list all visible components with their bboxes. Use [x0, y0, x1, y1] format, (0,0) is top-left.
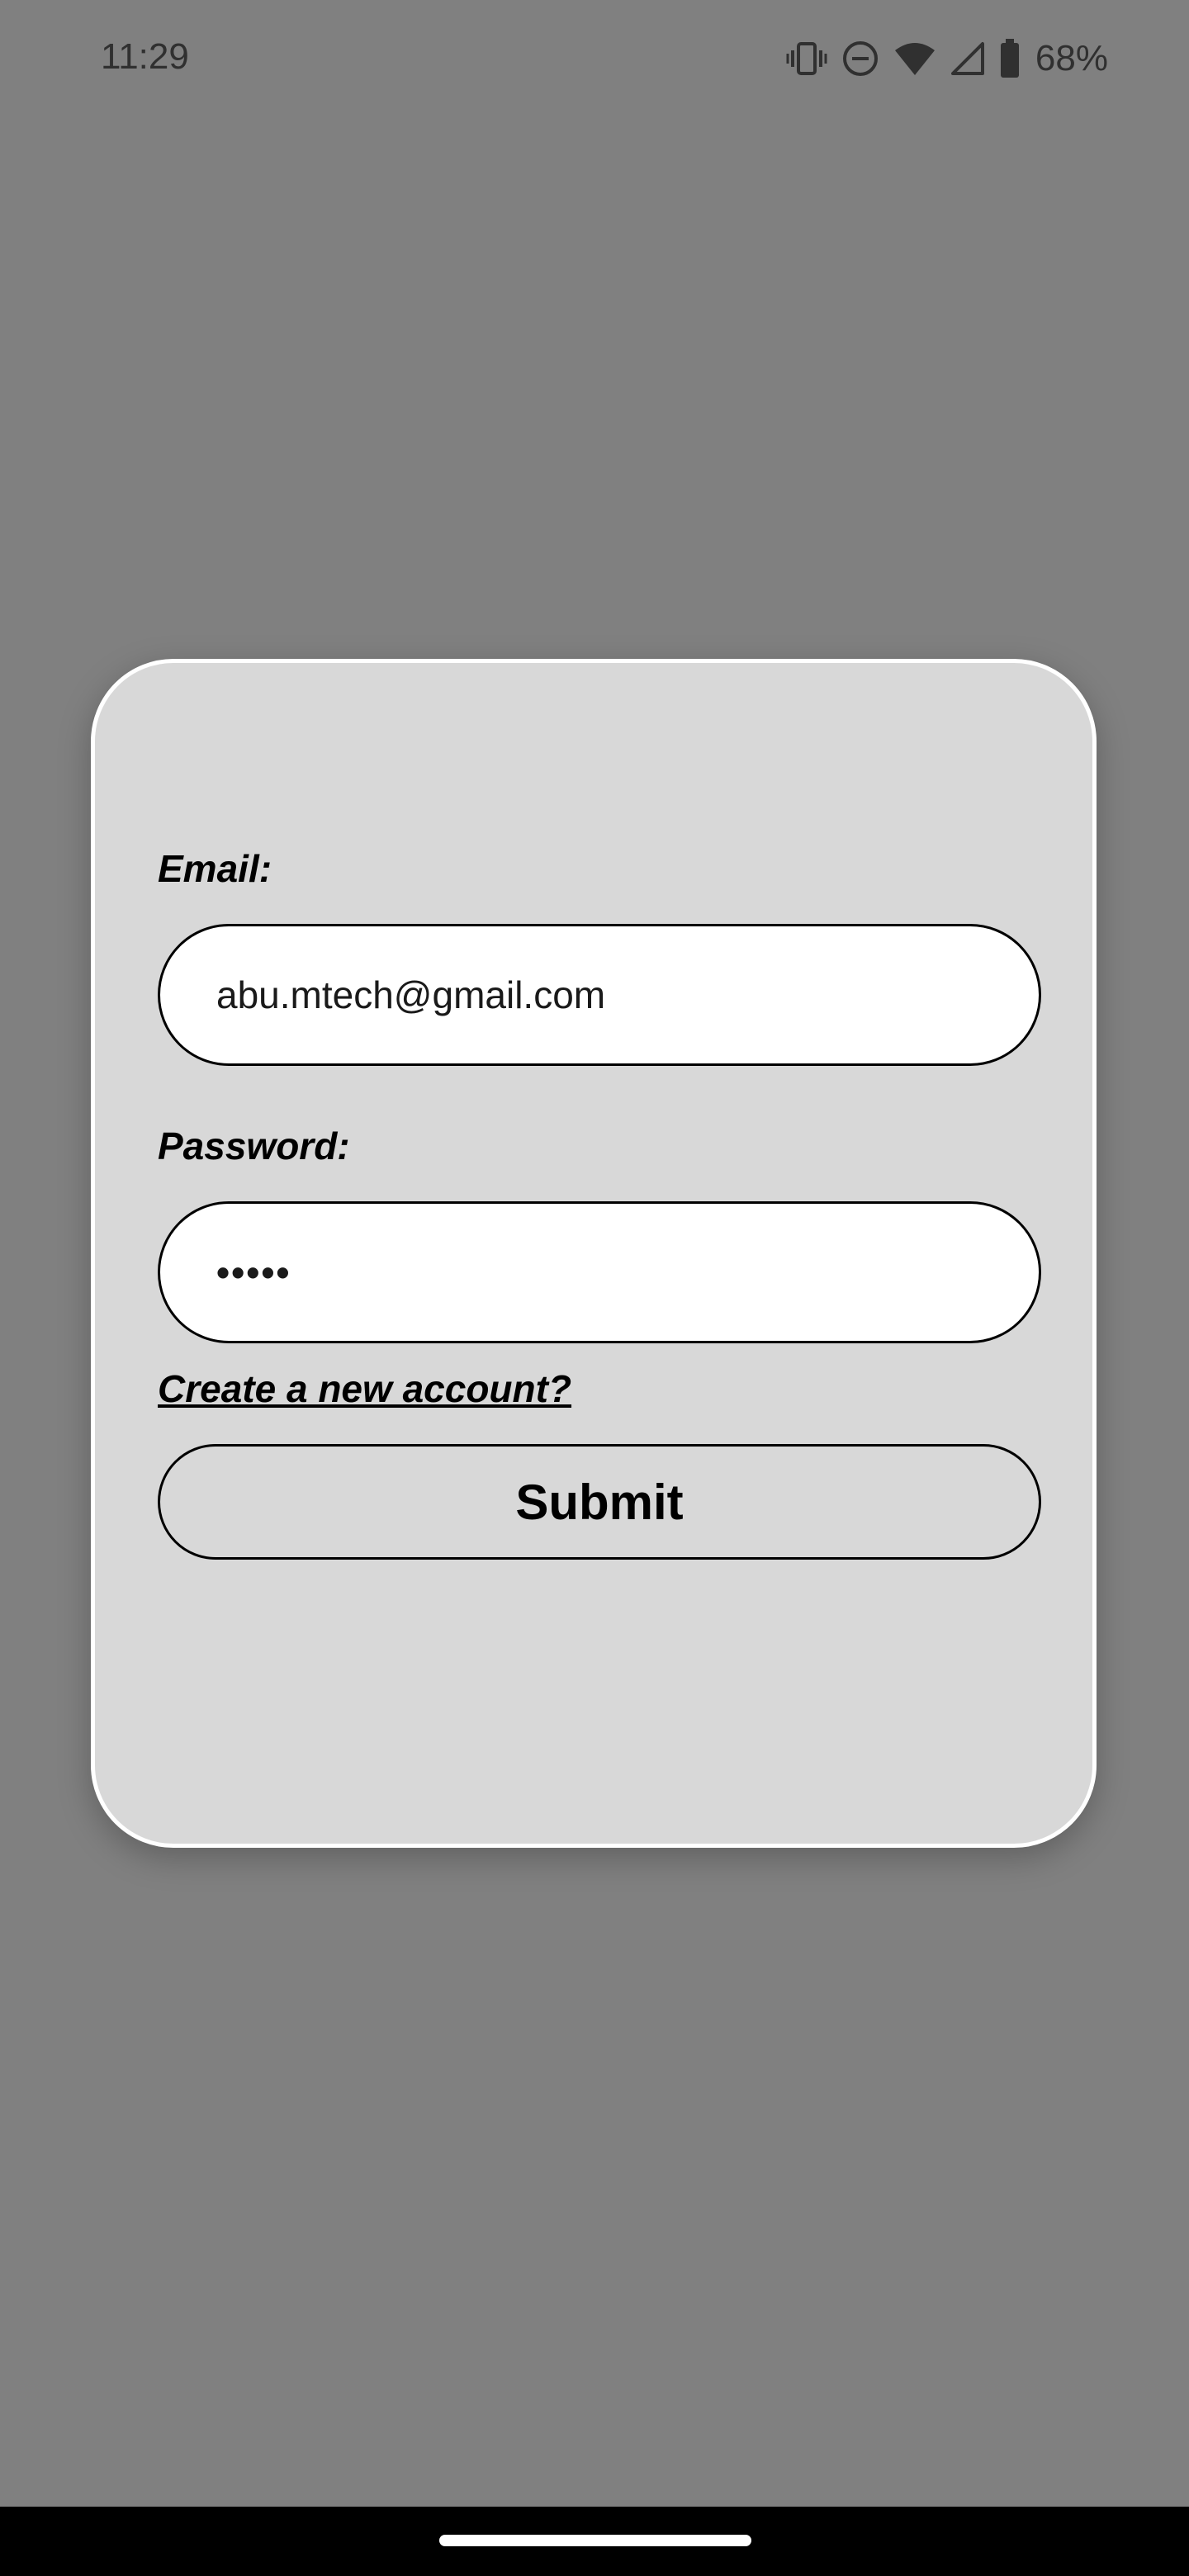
email-value: abu.mtech@gmail.com	[216, 973, 606, 1016]
submit-button[interactable]: Submit	[158, 1444, 1041, 1560]
home-indicator[interactable]	[439, 2535, 751, 2546]
login-card: Email: abu.mtech@gmail.com Password: •••…	[91, 659, 1097, 1848]
password-field[interactable]: •••••	[158, 1201, 1041, 1343]
email-field[interactable]: abu.mtech@gmail.com	[158, 924, 1041, 1066]
status-time: 11:29	[101, 36, 189, 77]
navigation-bar	[0, 2507, 1189, 2576]
battery-icon	[999, 39, 1021, 78]
do-not-disturb-icon	[841, 39, 880, 78]
vibrate-icon	[786, 40, 827, 77]
battery-percent: 68%	[1035, 38, 1108, 78]
wifi-icon	[893, 40, 936, 77]
create-account-link[interactable]: Create a new account?	[158, 1366, 571, 1411]
password-label: Password:	[158, 1125, 350, 1167]
status-icons: 68%	[786, 38, 1108, 79]
status-bar: 11:29 68%	[0, 0, 1189, 116]
email-label: Email:	[158, 847, 272, 890]
cell-signal-icon	[950, 40, 986, 77]
password-value: •••••	[216, 1251, 291, 1294]
